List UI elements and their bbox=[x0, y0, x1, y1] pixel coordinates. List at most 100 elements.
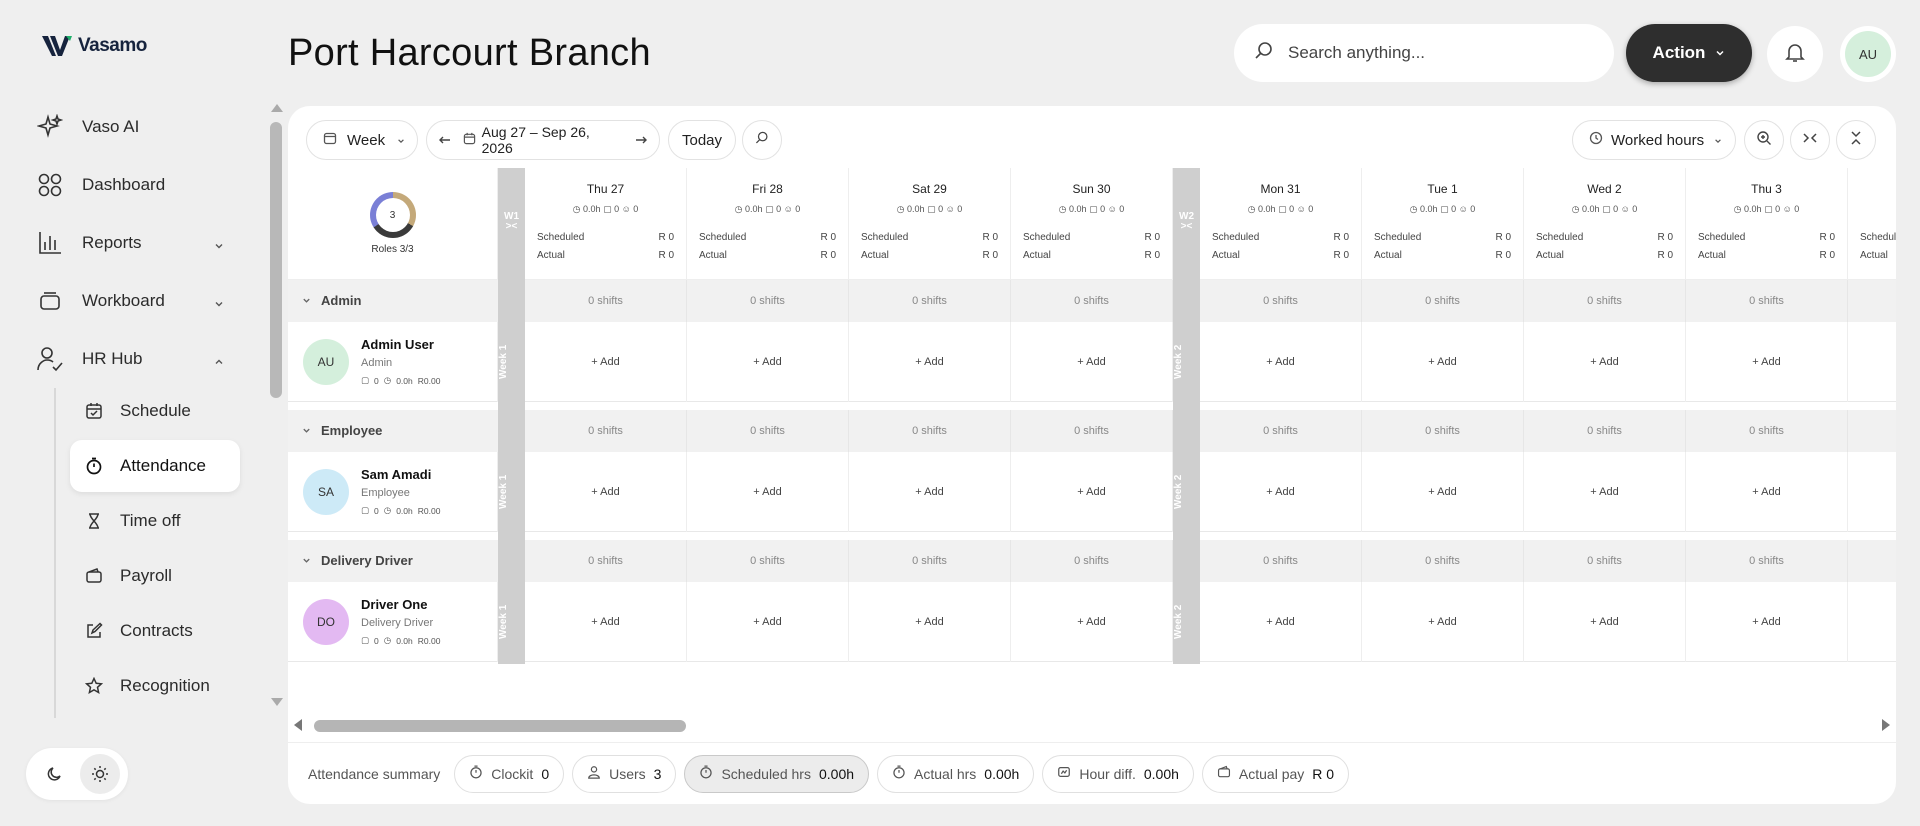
collapse-horizontal-button[interactable] bbox=[1790, 120, 1830, 160]
employee-info[interactable]: DO Driver One Delivery Driver ▢ 0 ◷ 0.0h R0.00 bbox=[288, 582, 498, 662]
add-shift-button[interactable]: + Add bbox=[1362, 582, 1524, 662]
scheduled-row: Scheduled R 0 bbox=[537, 232, 674, 243]
week-vertical-label: Week 1 bbox=[498, 604, 509, 640]
summary-chip-scheduled-hrs[interactable]: Scheduled hrs 0.00h bbox=[684, 754, 870, 793]
add-shift-button[interactable]: + Add bbox=[849, 322, 1011, 402]
add-shift-button[interactable]: + Add bbox=[1200, 582, 1362, 662]
add-shift-button[interactable]: + Add bbox=[525, 452, 687, 532]
nav-item-reports[interactable]: Reports bbox=[26, 214, 246, 272]
chevron-down-icon[interactable] bbox=[302, 423, 311, 438]
chip-value: 0 bbox=[541, 765, 550, 782]
add-shift-button[interactable]: + Add bbox=[687, 452, 849, 532]
subnav-item-recognition[interactable]: Recognition bbox=[70, 660, 240, 712]
shift-icon: ▢ bbox=[361, 635, 370, 645]
employee-stats: ▢ 0 ◷ 0.0h R0.00 bbox=[361, 505, 440, 516]
scroll-up-arrow[interactable] bbox=[271, 104, 283, 112]
day-stats: ◷ 0.0h ▢ 0 ☺ 0 bbox=[1686, 204, 1847, 215]
summary-chip-actual-hrs[interactable]: Actual hrs 0.00h bbox=[877, 754, 1035, 793]
group-row[interactable]: Delivery Driver 0 shifts 0 shifts 0 shifts 0… bbox=[288, 540, 1896, 582]
summary-chip-hour-diff[interactable]: Hour diff. 0.00h bbox=[1042, 754, 1194, 793]
scroll-left-arrow[interactable] bbox=[294, 719, 302, 731]
zoom-in-button[interactable] bbox=[1744, 120, 1784, 160]
summary-chip-clockit[interactable]: Clockit 0 bbox=[454, 754, 565, 793]
chevron-down-icon[interactable] bbox=[214, 236, 224, 256]
group-label[interactable]: Delivery Driver bbox=[302, 553, 413, 568]
shift-count-cell: 0 shifts bbox=[525, 410, 687, 452]
scroll-thumb[interactable] bbox=[314, 720, 686, 732]
add-shift-button[interactable]: + Add bbox=[1524, 452, 1686, 532]
view-select[interactable]: Week bbox=[306, 120, 418, 160]
subnav-item-attendance[interactable]: Attendance bbox=[70, 440, 240, 492]
summary-chip-users[interactable]: Users 3 bbox=[572, 754, 677, 793]
add-shift-button[interactable]: + Add bbox=[525, 582, 687, 662]
date-range-label[interactable]: Aug 27 – Sep 26, 2026 bbox=[482, 124, 624, 156]
add-shift-button[interactable]: + Add bbox=[849, 582, 1011, 662]
add-shift-button[interactable]: + Add bbox=[1200, 452, 1362, 532]
add-shift-button[interactable]: + Add bbox=[1524, 582, 1686, 662]
brand-logo[interactable]: Vasamo bbox=[40, 32, 147, 60]
actual-value: R 0 bbox=[1144, 250, 1160, 261]
search-bar[interactable] bbox=[1234, 24, 1614, 82]
today-button[interactable]: Today bbox=[668, 120, 736, 160]
add-shift-button[interactable]: + Add bbox=[1200, 322, 1362, 402]
shift-icon: ▢ bbox=[600, 204, 615, 214]
group-row[interactable]: Employee 0 shifts 0 shifts 0 shifts 0 shifts… bbox=[288, 410, 1896, 452]
notifications-button[interactable] bbox=[1767, 26, 1823, 82]
week-label[interactable]: W1 >< bbox=[498, 212, 525, 232]
action-button[interactable]: Action bbox=[1626, 24, 1752, 82]
subnav-item-time-off[interactable]: Time off bbox=[70, 495, 240, 547]
group-row[interactable]: Admin 0 shifts 0 shifts 0 shifts 0 shifts 0 s… bbox=[288, 280, 1896, 322]
add-shift-button[interactable]: + Add bbox=[1362, 322, 1524, 402]
add-shift-button[interactable]: + Add bbox=[1686, 582, 1848, 662]
sun-icon[interactable] bbox=[79, 754, 120, 794]
add-shift-button[interactable]: + Add bbox=[687, 322, 849, 402]
add-shift-button[interactable]: + Add bbox=[849, 452, 1011, 532]
collapse-vertical-button[interactable] bbox=[1836, 120, 1876, 160]
roles-summary[interactable]: 3 Roles 3/3 bbox=[288, 168, 498, 280]
nav-item-dashboard[interactable]: Dashboard bbox=[26, 156, 246, 214]
group-label[interactable]: Admin bbox=[302, 293, 361, 308]
scroll-down-arrow[interactable] bbox=[271, 698, 283, 706]
chevron-down-icon[interactable] bbox=[302, 553, 311, 568]
user-avatar-button[interactable]: AU bbox=[1840, 26, 1896, 82]
subnav-item-payroll[interactable]: Payroll bbox=[70, 550, 240, 602]
metric-select[interactable]: Worked hours bbox=[1572, 120, 1736, 160]
shift-count-cell: 0 shifts bbox=[1686, 280, 1848, 322]
action-label: Action bbox=[1652, 43, 1706, 62]
subnav-item-contracts[interactable]: Contracts bbox=[70, 605, 240, 657]
add-shift-button[interactable]: + Add bbox=[1686, 452, 1848, 532]
nav-item-vaso-ai[interactable]: Vaso AI bbox=[26, 98, 246, 156]
next-arrow-icon[interactable] bbox=[623, 134, 659, 146]
group-label[interactable]: Employee bbox=[302, 423, 382, 438]
employee-info[interactable]: SA Sam Amadi Employee ▢ 0 ◷ 0.0h R0.00 bbox=[288, 452, 498, 532]
add-shift-button[interactable]: + Add bbox=[687, 582, 849, 662]
scheduled-label: Scheduled bbox=[1860, 232, 1896, 243]
chevron-down-icon[interactable] bbox=[214, 294, 224, 314]
collapse-week-icon[interactable]: >< bbox=[1173, 222, 1200, 232]
scroll-right-arrow[interactable] bbox=[1882, 719, 1890, 731]
grid-search-button[interactable] bbox=[742, 120, 782, 160]
subnav-item-schedule[interactable]: Schedule bbox=[70, 385, 240, 437]
add-shift-button[interactable]: + Add bbox=[525, 322, 687, 402]
summary-chip-actual-pay[interactable]: Actual pay R 0 bbox=[1201, 754, 1350, 793]
chevron-up-icon[interactable] bbox=[214, 352, 224, 372]
prev-arrow-icon[interactable] bbox=[427, 134, 463, 146]
moon-icon[interactable] bbox=[35, 754, 75, 794]
nav-item-workboard[interactable]: Workboard bbox=[26, 272, 246, 330]
vertical-scrollbar[interactable] bbox=[268, 98, 286, 712]
day-name: Tue 1 bbox=[1427, 182, 1458, 196]
add-shift-button[interactable]: + Add bbox=[1524, 322, 1686, 402]
collapse-week-icon[interactable]: >< bbox=[498, 222, 525, 232]
add-shift-button[interactable]: + Add bbox=[1011, 452, 1173, 532]
scroll-thumb[interactable] bbox=[270, 122, 282, 398]
search-input[interactable] bbox=[1288, 43, 1588, 63]
add-shift-button[interactable]: + Add bbox=[1011, 322, 1173, 402]
chevron-down-icon[interactable] bbox=[302, 293, 311, 308]
week-label[interactable]: W2 >< bbox=[1173, 212, 1200, 232]
nav-item-hr-hub[interactable]: HR Hub bbox=[26, 330, 246, 388]
add-shift-button[interactable]: + Add bbox=[1362, 452, 1524, 532]
employee-info[interactable]: AU Admin User Admin ▢ 0 ◷ 0.0h R0.00 bbox=[288, 322, 498, 402]
add-shift-button[interactable]: + Add bbox=[1686, 322, 1848, 402]
add-shift-button[interactable]: + Add bbox=[1011, 582, 1173, 662]
horizontal-scrollbar[interactable] bbox=[288, 716, 1896, 734]
